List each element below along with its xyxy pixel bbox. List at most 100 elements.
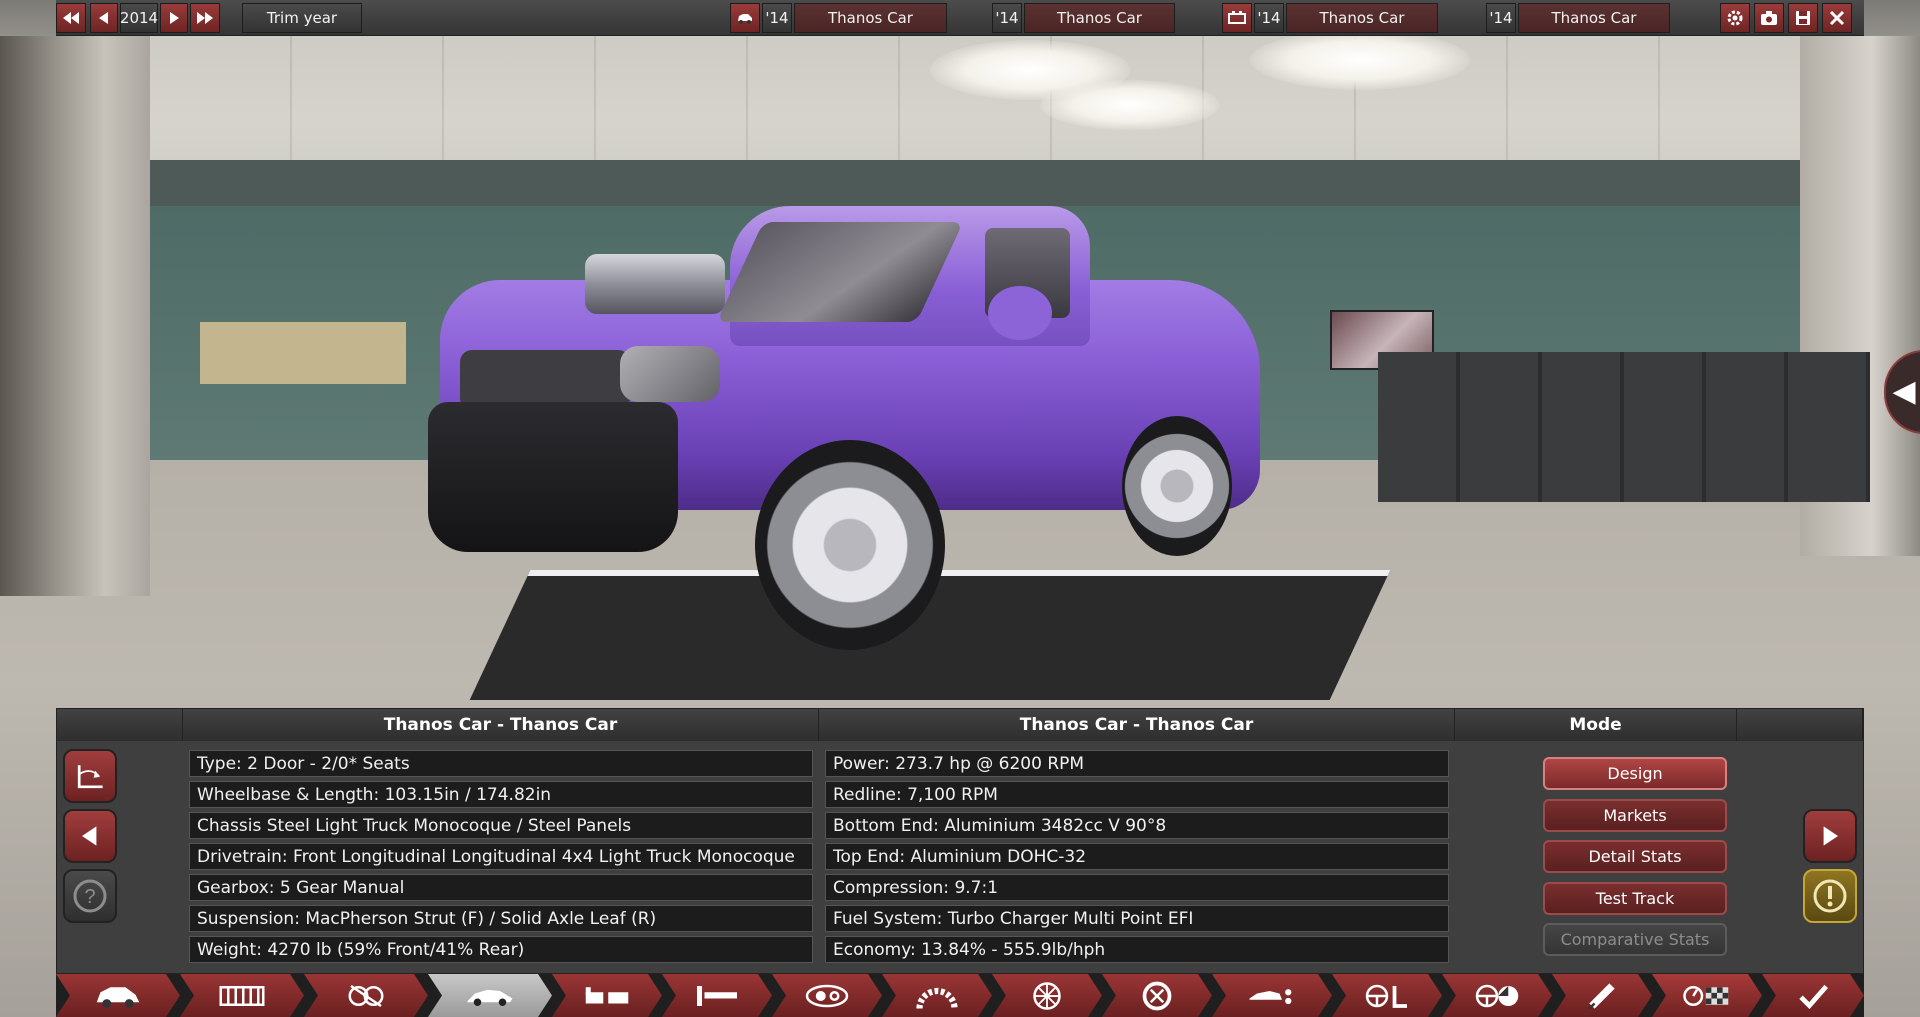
close-button[interactable] — [1822, 3, 1852, 33]
check-icon — [1789, 981, 1837, 1011]
trim-name-select[interactable]: Thanos Car — [1024, 3, 1175, 33]
mode-markets-button[interactable]: Markets — [1543, 799, 1727, 832]
truck-engine — [585, 254, 725, 314]
help-button[interactable]: ? — [63, 869, 117, 923]
fixtures-icon — [691, 981, 743, 1011]
nav-car-model-tab[interactable] — [56, 974, 180, 1017]
tire-icon — [1131, 981, 1183, 1011]
gear-icon — [1727, 10, 1743, 26]
aero-icon — [1244, 981, 1300, 1011]
engine-icon-button[interactable] — [1222, 3, 1252, 33]
car-icon — [738, 14, 752, 24]
double-right-arrow-icon — [197, 12, 213, 24]
design-stage-navbar — [56, 974, 1864, 1017]
wheel-icon — [1021, 981, 1073, 1011]
interior-icon — [581, 981, 633, 1011]
truck-headlight — [620, 346, 720, 402]
last-year-button[interactable] — [190, 3, 220, 33]
right-arrow-icon — [170, 12, 179, 24]
save-button[interactable] — [1788, 3, 1818, 33]
nav-exhaust-tab[interactable] — [1552, 974, 1652, 1017]
steering-icon — [1361, 981, 1413, 1011]
left-arrow-icon — [82, 826, 97, 846]
mode-test-track-button[interactable]: Test Track — [1543, 882, 1727, 915]
screenshot-button[interactable] — [1754, 3, 1784, 33]
settings-button[interactable] — [1720, 3, 1750, 33]
mode-comparative-stats-button[interactable]: Comparative Stats — [1543, 923, 1727, 956]
ceiling-light — [1040, 80, 1220, 130]
nav-chassis-tab[interactable] — [180, 974, 304, 1017]
warning-button[interactable] — [1803, 869, 1857, 923]
truck-mirror — [988, 286, 1052, 340]
engine-year-label: '14 — [1254, 3, 1284, 33]
body-stats-header: Thanos Car - Thanos Car — [183, 709, 819, 741]
exhaust-icon — [1576, 981, 1628, 1011]
trim-year-button[interactable]: Trim year — [242, 3, 362, 33]
panel-corner-left — [57, 709, 183, 741]
brake-icon — [1471, 981, 1523, 1011]
nav-lights-tab[interactable] — [772, 974, 882, 1017]
camera-angle-button[interactable] — [63, 749, 117, 803]
question-icon: ? — [73, 879, 107, 913]
stat-drivetrain: Drivetrain: Front Longitudinal Longitudi… — [189, 843, 813, 870]
ceiling-light — [1250, 30, 1470, 90]
nav-body-tab[interactable] — [428, 974, 552, 1017]
variant-year-label: '14 — [1486, 3, 1516, 33]
suspension-icon — [340, 981, 392, 1011]
next-year-button[interactable] — [160, 3, 188, 33]
engine-name-select[interactable]: Thanos Car — [1286, 3, 1438, 33]
nav-suspension-tab[interactable] — [304, 974, 428, 1017]
mode-design-button[interactable]: Design — [1543, 757, 1727, 790]
close-icon — [1829, 10, 1845, 26]
timer-checkered-icon — [1681, 981, 1733, 1011]
stat-chassis: Chassis Steel Light Truck Monocoque / St… — [189, 812, 813, 839]
right-arrow-icon — [1823, 826, 1838, 846]
warning-icon — [1813, 879, 1847, 913]
truck-bumper — [428, 402, 678, 552]
mode-detail-stats-button[interactable]: Detail Stats — [1543, 840, 1727, 873]
rear-wheel — [1122, 416, 1232, 556]
model-name-select[interactable]: Thanos Car — [794, 3, 947, 33]
first-year-button[interactable] — [56, 3, 86, 33]
engine-block-icon — [1228, 11, 1246, 24]
nav-tires-tab[interactable] — [1102, 974, 1212, 1017]
next-button[interactable] — [1803, 809, 1857, 863]
trim-year-label: '14 — [992, 3, 1022, 33]
nav-interior-tab[interactable] — [552, 974, 662, 1017]
stat-power: Power: 273.7 hp @ 6200 RPM — [825, 750, 1449, 777]
stat-gearbox: Gearbox: 5 Gear Manual — [189, 874, 813, 901]
previous-button[interactable] — [63, 809, 117, 863]
truck-grille — [460, 350, 630, 410]
stat-fuel-system: Fuel System: Turbo Charger Multi Point E… — [825, 905, 1449, 932]
stat-type: Type: 2 Door - 2/0* Seats — [189, 750, 813, 777]
year-display: 2014 — [120, 3, 158, 33]
front-wheel — [755, 440, 945, 650]
stat-compression: Compression: 9.7:1 — [825, 874, 1449, 901]
left-arrow-icon — [99, 12, 108, 24]
panel-corner-right — [1737, 709, 1863, 741]
stat-bottom-end: Bottom End: Aluminium 3482cc V 90°8 — [825, 812, 1449, 839]
chassis-icon — [216, 981, 268, 1011]
nav-fixtures-tab[interactable] — [662, 974, 772, 1017]
body-icon — [460, 981, 520, 1011]
prev-year-button[interactable] — [90, 3, 118, 33]
nav-testing-tab[interactable] — [1652, 974, 1762, 1017]
nav-gearbox-tab[interactable] — [882, 974, 992, 1017]
variant-name-select[interactable]: Thanos Car — [1518, 3, 1670, 33]
stat-suspension: Suspension: MacPherson Strut (F) / Solid… — [189, 905, 813, 932]
nav-brakes-tab[interactable] — [1442, 974, 1552, 1017]
mode-header: Mode — [1455, 709, 1737, 741]
camera-angle-icon — [77, 765, 103, 789]
nav-steering-tab[interactable] — [1332, 974, 1442, 1017]
model-year-label: '14 — [762, 3, 792, 33]
stats-panel: Thanos Car - Thanos Car Thanos Car - Tha… — [56, 708, 1864, 974]
nav-wheels-tab[interactable] — [992, 974, 1102, 1017]
wall-band — [150, 160, 1850, 206]
lights-icon — [801, 981, 853, 1011]
left-pillar — [0, 36, 150, 596]
double-left-arrow-icon — [63, 12, 79, 24]
nav-finish-tab[interactable] — [1762, 974, 1864, 1017]
car-model-icon-button[interactable] — [730, 3, 760, 33]
nav-aero-tab[interactable] — [1212, 974, 1332, 1017]
stat-redline: Redline: 7,100 RPM — [825, 781, 1449, 808]
